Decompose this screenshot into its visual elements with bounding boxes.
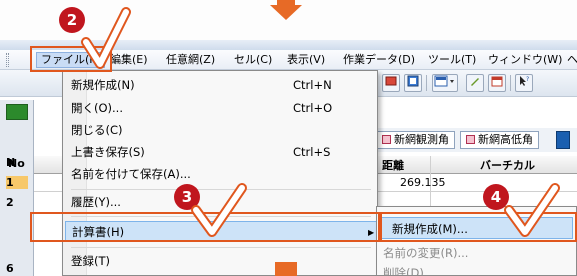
toolbar-grid-button[interactable] bbox=[404, 74, 422, 92]
menu-register[interactable]: 登録(T) bbox=[71, 251, 371, 272]
toolbar-calendar-button[interactable] bbox=[488, 74, 506, 92]
row-header-no: N bbox=[6, 156, 16, 169]
checkmark-icon bbox=[504, 183, 560, 237]
file-menu-dropdown: 新規作成(N) Ctrl+N 開く(O)... Ctrl+O 閉じる(C) 上書… bbox=[62, 70, 378, 276]
menu-arbitrary-network[interactable]: 任意網(Z) bbox=[162, 52, 219, 68]
row-number-1[interactable]: 1 bbox=[6, 176, 28, 189]
menu-close[interactable]: 閉じる(C) bbox=[71, 120, 371, 141]
svg-text:?: ? bbox=[526, 76, 529, 83]
status-indicator bbox=[6, 104, 28, 120]
menu-save[interactable]: 上書き保存(S) Ctrl+S bbox=[71, 142, 371, 163]
menu-help[interactable]: ヘ bbox=[563, 52, 577, 68]
top-arrow-icon bbox=[270, 5, 302, 20]
menu-new[interactable]: 新規作成(N) Ctrl+N bbox=[71, 75, 371, 96]
header-distance: 距離 bbox=[382, 159, 404, 172]
menu-window[interactable]: ウィンドウ(W) bbox=[484, 52, 566, 68]
observation-angle-icon bbox=[382, 135, 391, 144]
tab-scroll-button[interactable] bbox=[556, 131, 570, 149]
toolbar-network-button[interactable] bbox=[382, 74, 400, 92]
help-pointer-icon[interactable]: ? bbox=[515, 74, 533, 92]
checkmark-icon bbox=[81, 7, 131, 69]
menu-tools[interactable]: ツール(T) bbox=[424, 52, 480, 68]
menu-view[interactable]: 表示(V) bbox=[283, 52, 329, 68]
submenu-delete[interactable]: 削除(D) bbox=[383, 262, 573, 276]
row-number-6[interactable]: 6 bbox=[6, 262, 28, 275]
tab-observation-angle[interactable]: 新網観測角 bbox=[376, 131, 455, 149]
toolbar-display-dropdown[interactable] bbox=[432, 74, 458, 92]
menubar-grip[interactable] bbox=[6, 53, 9, 67]
elevation-angle-icon bbox=[466, 135, 475, 144]
menu-work-data[interactable]: 作業データ(D) bbox=[339, 52, 419, 68]
menu-save-as[interactable]: 名前を付けて保存(A)... bbox=[71, 164, 371, 185]
checkmark-icon bbox=[191, 183, 247, 237]
menu-cell[interactable]: セル(C) bbox=[230, 52, 276, 68]
submenu-rename[interactable]: 名前の変更(R)... bbox=[383, 242, 573, 264]
bottom-arrow-icon bbox=[275, 262, 297, 276]
tab-elevation-angle[interactable]: 新網高低角 bbox=[460, 131, 539, 149]
menu-open[interactable]: 開く(O)... Ctrl+O bbox=[71, 98, 371, 119]
row-number-2[interactable]: 2 bbox=[6, 196, 28, 209]
tab-bar: 新網観測角 新網高低角 bbox=[374, 128, 577, 152]
cell-distance-1[interactable]: 269.135 bbox=[400, 176, 446, 189]
toolbar-edit-button[interactable] bbox=[466, 74, 484, 92]
header-vertical: バーチカル bbox=[480, 159, 535, 172]
